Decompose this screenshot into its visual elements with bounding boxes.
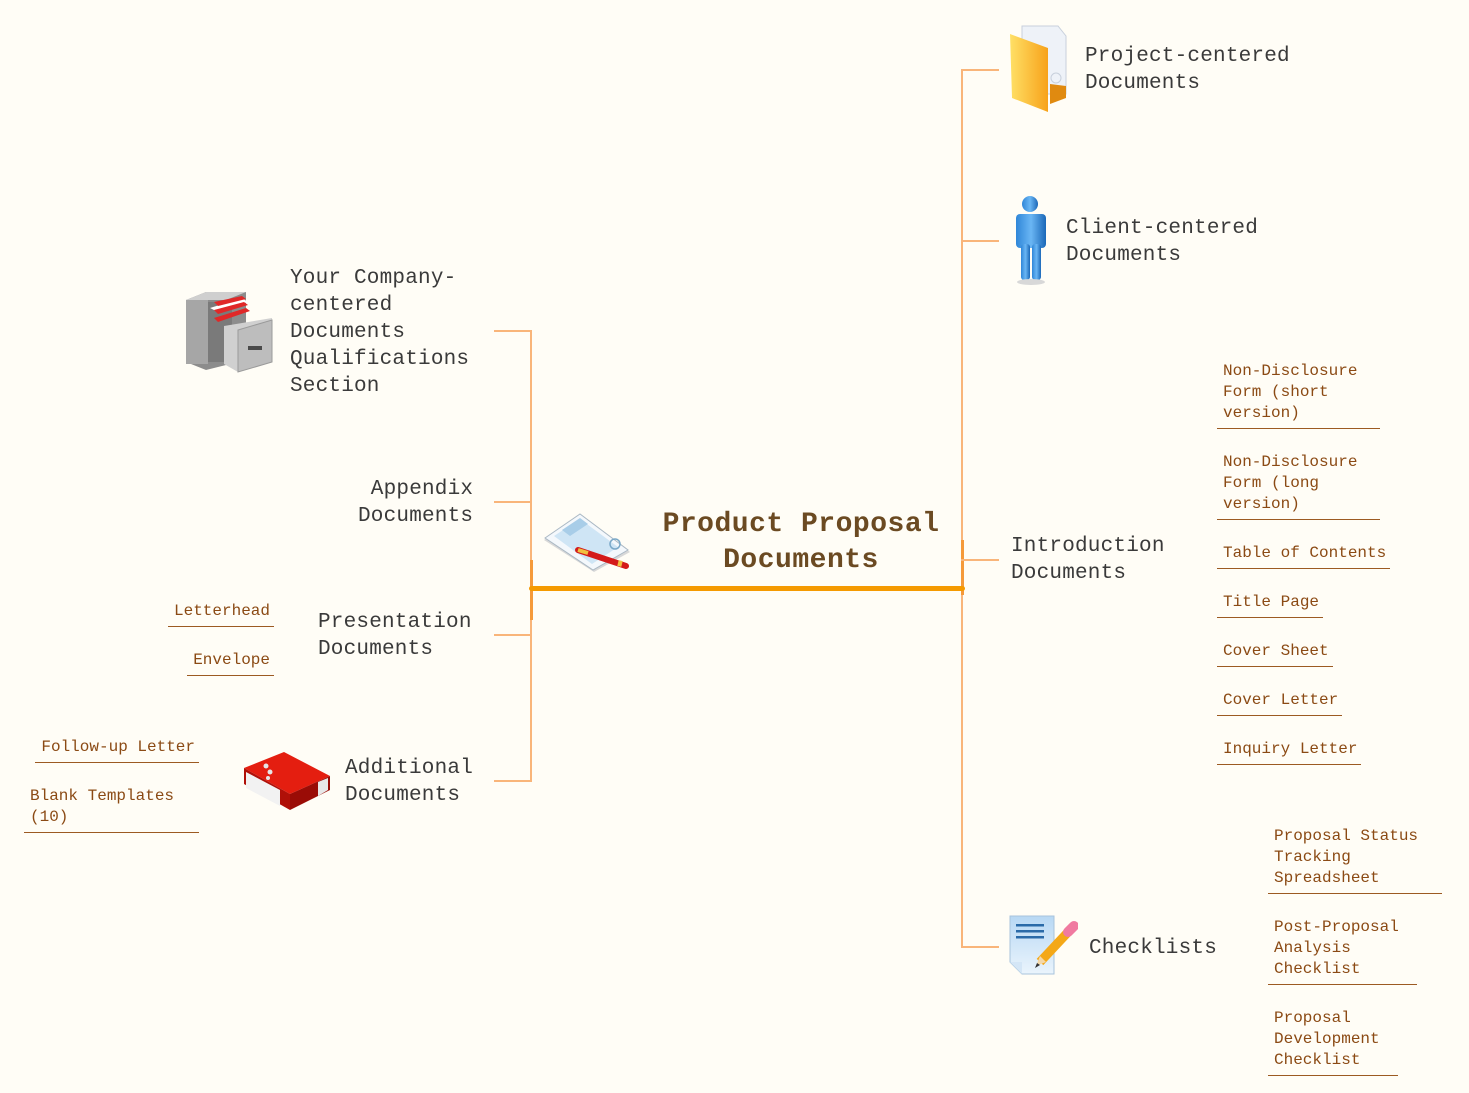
topic-label: Project-centered Documents (1085, 45, 1290, 95)
connector-client-docs (961, 240, 999, 242)
subtopic-proposal-status-tracking[interactable]: Proposal Status Tracking Spreadsheet (1268, 826, 1442, 894)
proposal-document-pen-icon (542, 512, 634, 572)
connector-additional-docs (494, 780, 532, 782)
topic-label: Checklists (1089, 937, 1218, 960)
topic-label: Introduction Documents (1011, 535, 1165, 585)
person-icon (1010, 194, 1052, 286)
folder-icon (1008, 24, 1070, 114)
subtopic-inquiry-letter[interactable]: Inquiry Letter (1217, 739, 1362, 765)
connector-checklists (961, 946, 999, 948)
red-binder-icon (240, 750, 332, 812)
checklist-pencil-icon (1008, 914, 1079, 978)
subtopic-cover-sheet[interactable]: Cover Sheet (1217, 641, 1333, 667)
topic-label: Client-centered Documents (1066, 217, 1259, 267)
subtopic-letterhead[interactable]: Letterhead (167, 601, 274, 627)
subtopic-nda-long[interactable]: Non-Disclosure Form (long version) (1217, 452, 1380, 520)
file-cabinet-icon (184, 290, 274, 374)
connector-presentation-docs (494, 634, 532, 636)
subtopic-post-proposal-analysis[interactable]: Post-Proposal Analysis Checklist (1268, 917, 1417, 985)
central-topic-title: Product Proposal Documents (662, 509, 940, 576)
left-trunk-line (530, 331, 532, 782)
topic-label: Additional Documents (345, 757, 474, 807)
connector-project-docs (961, 69, 999, 71)
subtopic-title-page[interactable]: Title Page (1217, 592, 1324, 618)
topic-label: Appendix Documents (358, 478, 474, 528)
subtopic-envelope[interactable]: Envelope (187, 650, 274, 676)
topic-label: Presentation Documents (318, 611, 472, 661)
subtopic-nda-short[interactable]: Non-Disclosure Form (short version) (1217, 361, 1380, 429)
connector-company-docs (494, 330, 532, 332)
subtopic-blank-templates[interactable]: Blank Templates (10) (24, 786, 199, 833)
central-underline-bar (529, 586, 965, 591)
topic-label: Your Company- centered Documents Qualifi… (290, 267, 470, 398)
subtopic-follow-up-letter[interactable]: Follow-up Letter (35, 737, 199, 763)
connector-introduction-docs (961, 559, 999, 561)
subtopic-cover-letter[interactable]: Cover Letter (1217, 690, 1343, 716)
subtopic-table-of-contents[interactable]: Table of Contents (1217, 543, 1391, 569)
right-trunk-line (961, 69, 963, 948)
subtopic-proposal-development[interactable]: Proposal Development Checklist (1268, 1008, 1398, 1076)
connector-appendix-docs (494, 501, 532, 503)
